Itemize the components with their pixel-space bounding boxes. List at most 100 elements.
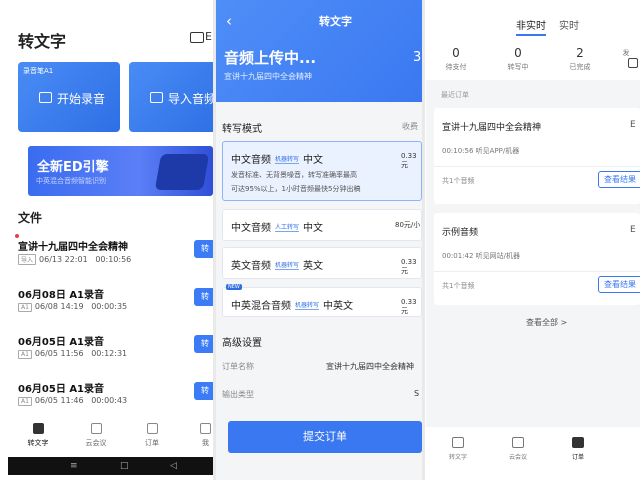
tab-non-realtime[interactable]: 非实时 [516,17,546,36]
recorder-icon[interactable] [190,32,204,43]
files-heading: 文件 [18,211,43,225]
start-recording-label: 开始录音 [57,92,106,106]
tab-realtime[interactable]: 实时 [559,17,579,32]
file-badge: A1 [18,350,32,359]
orders-icon [572,437,584,448]
transcribe-button[interactable]: 转文 [194,382,213,413]
file-item[interactable]: 06月05日 A1录音 A1 06/05 11:56 00:12:31 转文 [18,333,213,373]
tab-cloud-meeting[interactable]: 云会议 [504,437,532,461]
system-nav-bar: ≡ □ ◁ [8,457,213,475]
tab-label: 云会议 [85,439,107,447]
tab-orders[interactable]: 订单 [140,423,164,457]
divider [434,166,640,167]
invoice-icon[interactable] [628,58,638,68]
option-tag: 人工转写 [275,224,300,232]
transcribe-button[interactable]: 转文 [194,288,213,319]
stat-invoice[interactable]: 发 [612,46,640,58]
tab-transcribe[interactable]: 转文字 [446,437,470,461]
transcribe-button[interactable]: 转文 [194,335,213,366]
option-title: 中文音频 机器转写 中文 [231,151,323,166]
option-mixed-machine[interactable]: NEW 中英混合音频 机器转写 中英文 0.33元 [222,284,422,317]
tab-cloud-meeting[interactable]: 云会议 [82,423,110,457]
stat-transcribing[interactable]: 0 转写中 [498,46,538,72]
banner-title: 全新ED引擎 [37,160,109,175]
stat-pending-payment[interactable]: 0 待支付 [436,46,476,72]
order-card[interactable]: 示例音频 E 00:01:42 听见网站/机器 共1个音频 查看结果 [434,213,640,305]
option-lang: 中文 [303,155,324,166]
option-desc: 可达95%以上，1小时音频最快5分钟出稿 [231,185,361,193]
recorder-tag: 录音笔A1 [23,67,54,75]
stat-label: 待支付 [445,63,467,71]
tab-me[interactable]: 我 [198,423,213,457]
engine-banner[interactable]: 全新ED引擎 中英混合音频智能识别 [28,146,213,196]
file-item[interactable]: 06月05日 A1录音 A1 06/05 11:46 00:00:43 转文 [18,380,213,420]
back-nav-icon[interactable]: ◁ [170,461,177,471]
file-meta: A1 06/05 11:56 00:12:31 [18,349,127,359]
view-result-button[interactable]: 查看结果 [598,276,640,293]
view-all-link[interactable]: 查看全部 > [526,317,567,328]
tab-label: 转文字 [27,439,49,447]
stat-label: 转写中 [507,63,529,71]
file-meta: A1 06/08 14:19 00:00:35 [18,302,127,312]
tab-label: 订单 [145,439,159,447]
file-item[interactable]: 宣讲十九届四中全会精神 导入 06/13 22:01 00:10:56 转文 [18,238,213,278]
upload-header: ‹ 转文字 音频上传中... 3 宣讲十九届四中全会精神 [216,0,422,102]
start-recording-card[interactable]: 录音笔A1 开始录音 [18,62,120,132]
option-title: 中文音频 人工转写 中文 [231,219,323,234]
option-name: 中文音频 [231,223,271,234]
output-type-label: 输出类型 [222,390,254,399]
view-result-button[interactable]: 查看结果 [598,171,640,188]
person-icon [200,423,211,434]
video-icon [90,423,102,434]
stat-completed[interactable]: 2 已完成 [560,46,600,72]
upload-status: 音频上传中... [224,49,317,67]
order-card[interactable]: 宣讲十九届四中全会精神 E 00:10:56 听见APP/机器 共1个音频 查看… [434,108,640,204]
transcribe-icon [452,437,464,448]
order-meta: 00:01:42 听见网站/机器 [442,252,521,260]
tab-label: 订单 [571,454,584,461]
file-duration: 00:00:35 [91,302,128,311]
recent-orders-label: 最近订单 [441,91,469,99]
back-icon[interactable]: ‹ [226,12,232,30]
option-lang: 英文 [303,261,324,272]
option-price: 0.33元 [401,298,417,315]
file-name: 宣讲十九届四中全会精神 [18,242,128,253]
file-item[interactable]: 06月08日 A1录音 A1 06/08 14:19 00:00:35 转文 [18,286,213,326]
output-type-field[interactable]: S [414,389,419,398]
tab-label: 转文字 [448,454,467,461]
option-english-machine[interactable]: 英文音频 机器转写 英文 0.33元 [222,247,422,279]
stat-label: 已完成 [569,63,591,71]
order-count: 共1个音频 [442,282,475,290]
orders-summary: 非实时 实时 0 待支付 0 转写中 2 已完成 发 [426,0,640,80]
menu-nav-icon[interactable]: ≡ [70,461,78,471]
stat-label: 发 [622,49,630,57]
submit-order-button[interactable]: 提交订单 [228,421,422,453]
import-audio-card[interactable]: 导入音频 [129,62,213,132]
option-chinese-machine[interactable]: 中文音频 机器转写 中文 0.33元 发音标准、无背景噪音，转写准确率最高 可达95… [222,141,422,201]
option-lang: 中英文 [323,301,354,312]
import-audio-label: 导入音频 [168,92,213,106]
file-badge: 导入 [18,254,37,265]
option-name: 中文音频 [231,155,271,166]
mode-heading: 转写模式 [222,124,262,135]
banner-illustration [154,154,210,190]
order-name-field[interactable]: 宣讲十九届四中全会精神 [326,361,414,372]
option-chinese-human[interactable]: 中文音频 人工转写 中文 80元/小 [222,209,422,241]
tab-orders[interactable]: 订单 [568,437,588,461]
option-name: 中英混合音频 [231,301,291,312]
transcribe-icon [32,423,44,434]
order-title: 宣讲十九届四中全会精神 [442,123,542,133]
transcribe-button[interactable]: 转文 [194,240,213,271]
orders-icon [146,423,158,434]
advanced-heading: 高级设置 [222,338,262,349]
file-name: 06月05日 A1录音 [18,384,105,395]
home-nav-icon[interactable]: □ [120,461,129,471]
stat-value: 0 [514,46,522,60]
order-count: 共1个音频 [442,177,475,185]
tab-transcribe[interactable]: 转文字 [26,423,50,457]
order-name-label: 订单名称 [222,362,254,371]
order-edge-text: E [630,225,636,235]
option-price: 0.33元 [401,258,417,275]
file-date: 06/13 22:01 [39,255,88,264]
file-meta: 导入 06/13 22:01 00:10:56 [18,254,131,265]
